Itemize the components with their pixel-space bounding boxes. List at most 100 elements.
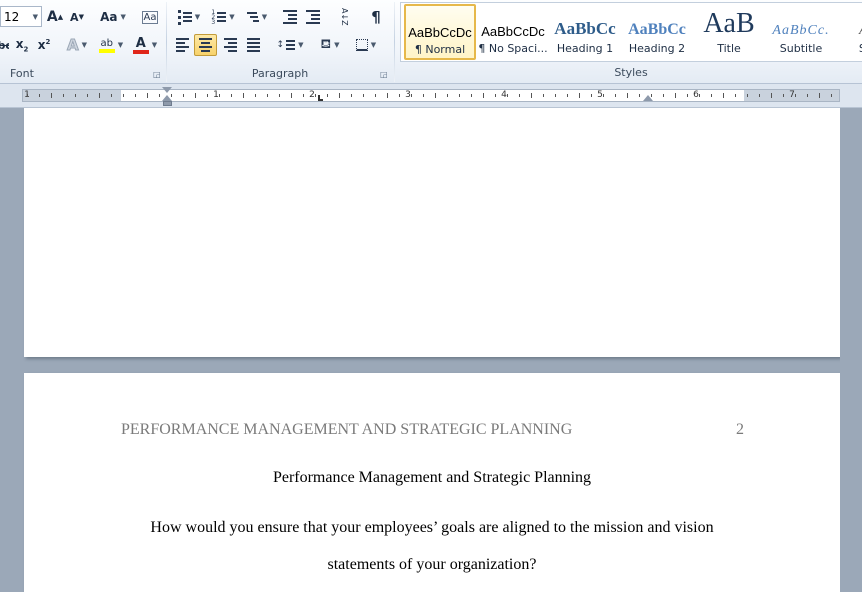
align-left-button[interactable] bbox=[171, 34, 193, 56]
ruler-tick bbox=[591, 94, 592, 97]
superscript-button[interactable]: x2 bbox=[34, 34, 54, 56]
style-name: Subtitle bbox=[779, 42, 823, 55]
style-title[interactable]: AaB Title bbox=[693, 4, 765, 60]
group-divider bbox=[394, 2, 395, 82]
ruler-tick bbox=[339, 93, 340, 98]
decrease-indent-icon bbox=[283, 10, 297, 24]
running-head[interactable]: PERFORMANCE MANAGEMENT AND STRATEGIC PLA… bbox=[121, 421, 572, 439]
sort-button[interactable]: A↓Z bbox=[332, 6, 356, 28]
ruler-tick bbox=[831, 94, 832, 97]
horizontal-ruler[interactable]: 1 1 2 3 4 5 6 7 bbox=[0, 84, 862, 108]
body-paragraph-line[interactable]: statements of your organization? bbox=[24, 556, 840, 574]
ruler-tick bbox=[795, 94, 796, 97]
paragraph-group: ▼ 123 ▼ ▼ A↓Z ¶ ↕ ▼ ⛾ ▼ ▼ Paragraph ◲ bbox=[167, 0, 393, 84]
ruler-tick bbox=[507, 94, 508, 97]
styles-gallery[interactable]: AaBbCcDc ¶ Normal AaBbCcDc ¶ No Spaci...… bbox=[400, 2, 862, 62]
ruler-tick bbox=[723, 93, 724, 98]
ruler-tick bbox=[603, 94, 604, 97]
ruler-tick bbox=[147, 93, 148, 98]
grow-font-button[interactable]: A ▲ bbox=[45, 6, 65, 28]
increase-indent-button[interactable] bbox=[302, 6, 324, 28]
clear-formatting-button[interactable]: Aa bbox=[139, 6, 161, 28]
vertical-scrollbar-track[interactable] bbox=[840, 108, 862, 592]
highlight-button[interactable]: ab ▼ bbox=[95, 34, 127, 56]
change-case-icon: Aa bbox=[100, 10, 118, 24]
shading-button[interactable]: ⛾ ▼ bbox=[315, 34, 345, 56]
ruler-tick bbox=[735, 94, 736, 97]
font-color-button[interactable]: A ▼ bbox=[130, 34, 160, 56]
ruler-tick bbox=[75, 94, 76, 97]
subscript-button[interactable]: x2 bbox=[12, 34, 32, 56]
style-sample: AaB bbox=[703, 8, 755, 39]
document-canvas[interactable]: PERFORMANCE MANAGEMENT AND STRATEGIC PLA… bbox=[0, 108, 862, 592]
justify-button[interactable] bbox=[242, 34, 264, 56]
style-heading-2[interactable]: AaBbCc Heading 2 bbox=[621, 4, 693, 60]
font-size-combo[interactable]: 12 ▼ bbox=[0, 6, 42, 27]
ruler-tick bbox=[639, 94, 640, 97]
text-effects-button[interactable]: A ▼ bbox=[64, 34, 90, 56]
left-indent-marker[interactable] bbox=[163, 101, 172, 106]
style-sample: AaBbCcDc bbox=[408, 25, 472, 40]
line-spacing-button[interactable]: ↕ ▼ bbox=[275, 34, 305, 56]
ruler-tick bbox=[27, 94, 28, 97]
borders-button[interactable]: ▼ bbox=[351, 34, 381, 56]
ruler-tick bbox=[219, 94, 220, 97]
page-number[interactable]: 2 bbox=[736, 421, 744, 439]
subscript-icon: x2 bbox=[15, 36, 29, 54]
ruler-tick bbox=[807, 94, 808, 97]
ruler-tick bbox=[471, 94, 472, 97]
dialog-launcher-icon[interactable]: ◲ bbox=[153, 70, 162, 79]
style-name: Subtl bbox=[838, 42, 862, 55]
ruler-tick bbox=[687, 94, 688, 97]
clear-formatting-icon: Aa bbox=[141, 10, 159, 24]
ruler-tick bbox=[267, 94, 268, 97]
decrease-indent-button[interactable] bbox=[279, 6, 301, 28]
multilevel-list-icon bbox=[246, 12, 259, 22]
page-1[interactable] bbox=[24, 108, 840, 357]
ruler-tick bbox=[375, 94, 376, 97]
page-2[interactable]: PERFORMANCE MANAGEMENT AND STRATEGIC PLA… bbox=[24, 373, 840, 592]
ruler-tick bbox=[567, 94, 568, 97]
first-line-indent-marker[interactable] bbox=[162, 87, 172, 93]
align-center-button[interactable] bbox=[194, 34, 217, 56]
style-subtle-emphasis[interactable]: AaBl Subtl bbox=[837, 4, 862, 60]
ruler-tick bbox=[159, 94, 160, 97]
font-size-value: 12 bbox=[4, 9, 20, 24]
ruler-tick bbox=[519, 94, 520, 97]
show-hide-button[interactable]: ¶ bbox=[366, 6, 386, 28]
ruler-tick bbox=[291, 93, 292, 98]
shrink-font-button[interactable]: A ▼ bbox=[67, 6, 87, 28]
change-case-button[interactable]: Aa ▼ bbox=[99, 6, 127, 28]
chevron-down-icon[interactable]: ▼ bbox=[33, 13, 38, 21]
document-title[interactable]: Performance Management and Strategic Pla… bbox=[24, 469, 840, 487]
multilevel-list-button[interactable]: ▼ bbox=[241, 6, 273, 28]
ruler-tick bbox=[51, 93, 52, 98]
font-group-label: Font bbox=[10, 67, 34, 80]
style-no-spacing[interactable]: AaBbCcDc ¶ No Spaci... bbox=[477, 4, 549, 60]
ruler-tick bbox=[243, 93, 244, 98]
ruler-tick bbox=[255, 94, 256, 97]
ruler-tick bbox=[531, 93, 532, 98]
style-heading-1[interactable]: AaBbCc Heading 1 bbox=[549, 4, 621, 60]
ruler-number: 6 bbox=[693, 90, 699, 100]
numbering-button[interactable]: 123 ▼ bbox=[207, 6, 239, 28]
style-subtitle[interactable]: AaBbCc. Subtitle bbox=[765, 4, 837, 60]
align-right-button[interactable] bbox=[219, 34, 241, 56]
style-normal[interactable]: AaBbCcDc ¶ Normal bbox=[404, 4, 476, 60]
body-paragraph-line[interactable]: How would you ensure that your employees… bbox=[24, 519, 840, 537]
ruler-tick bbox=[423, 94, 424, 97]
style-sample: AaBbCc bbox=[554, 19, 616, 38]
style-sample: AaBbCc. bbox=[772, 23, 830, 38]
style-sample: AaBbCcDc bbox=[481, 24, 545, 39]
style-sample: AaBl bbox=[838, 5, 862, 39]
dialog-launcher-icon[interactable]: ◲ bbox=[380, 70, 389, 79]
bullets-button[interactable]: ▼ bbox=[173, 6, 205, 28]
ruler-tick bbox=[183, 94, 184, 97]
grow-font-icon: A bbox=[46, 9, 58, 25]
ruler-tick bbox=[195, 93, 196, 98]
right-indent-marker[interactable] bbox=[643, 95, 653, 101]
ruler-tick bbox=[447, 94, 448, 97]
shrink-font-icon: A bbox=[70, 10, 79, 24]
strikethrough-button[interactable]: abc bbox=[0, 34, 10, 56]
tab-stop-icon[interactable] bbox=[318, 95, 323, 101]
